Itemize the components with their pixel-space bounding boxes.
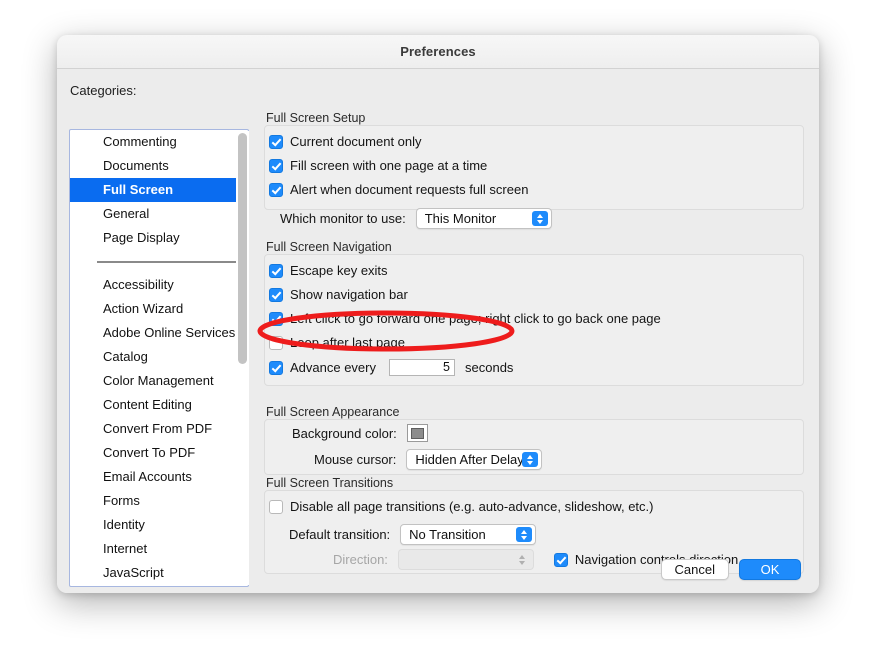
group-title-full-screen-navigation: Full Screen Navigation (266, 240, 392, 254)
checkbox-disable-all-transitions[interactable] (269, 500, 283, 514)
checkbox-advance-every[interactable] (269, 361, 283, 375)
categories-label: Categories: (70, 83, 136, 98)
field-row-which-monitor: Which monitor to use: This Monitor (280, 208, 552, 229)
input-advance-seconds[interactable]: 5 (389, 359, 455, 376)
label-direction: Direction: (333, 552, 388, 567)
label-default-transition: Default transition: (289, 527, 390, 542)
sidebar-item-forms[interactable]: Forms (70, 489, 248, 513)
categories-scrollbar-thumb[interactable] (238, 133, 247, 364)
chevron-updown-icon (516, 527, 532, 542)
sidebar-item-color-management[interactable]: Color Management (70, 369, 248, 393)
field-row-default-transition: Default transition: No Transition (289, 524, 536, 545)
checkbox-alert-full-screen[interactable] (269, 183, 283, 197)
checkbox-fill-screen[interactable] (269, 159, 283, 173)
checkbox-row-disable-all-transitions[interactable]: Disable all page transitions (e.g. auto-… (269, 499, 653, 514)
select-direction (398, 549, 534, 570)
label-advance-seconds-unit: seconds (465, 360, 513, 375)
checkbox-row-advance-every[interactable]: Advance every 5 seconds (269, 359, 513, 376)
sidebar-item-convert-from-pdf[interactable]: Convert From PDF (70, 417, 248, 441)
sidebar-item-convert-to-pdf[interactable]: Convert To PDF (70, 441, 248, 465)
label-escape-key-exits: Escape key exits (290, 263, 388, 278)
sidebar-separator (70, 250, 248, 273)
label-mouse-cursor: Mouse cursor: (314, 452, 396, 467)
checkbox-loop-after-last-page[interactable] (269, 336, 283, 350)
checkbox-row-show-navigation-bar[interactable]: Show navigation bar (269, 287, 408, 302)
checkbox-row-left-click-forward[interactable]: Left click to go forward one page; right… (269, 311, 661, 326)
label-loop-after-last-page: Loop after last page (290, 335, 405, 350)
checkbox-row-fill-screen[interactable]: Fill screen with one page at a time (269, 158, 487, 173)
checkbox-escape-key-exits[interactable] (269, 264, 283, 278)
sidebar-item-adobe-online-services[interactable]: Adobe Online Services (70, 321, 248, 345)
checkbox-row-current-document-only[interactable]: Current document only (269, 134, 422, 149)
sidebar-item-documents[interactable]: Documents (70, 154, 248, 178)
checkbox-current-document-only[interactable] (269, 135, 283, 149)
dialog-button-bar: Cancel OK (661, 559, 801, 580)
group-title-full-screen-transitions: Full Screen Transitions (266, 476, 393, 490)
field-row-background-color: Background color: (292, 424, 428, 442)
sidebar-item-page-display[interactable]: Page Display (70, 226, 248, 250)
sidebar-item-email-accounts[interactable]: Email Accounts (70, 465, 248, 489)
sidebar-item-commenting[interactable]: Commenting (70, 130, 248, 154)
categories-list[interactable]: Commenting Documents Full Screen General… (69, 129, 249, 587)
select-mouse-cursor-value: Hidden After Delay (407, 452, 523, 467)
sidebar-item-javascript[interactable]: JavaScript (70, 561, 248, 585)
ok-button[interactable]: OK (739, 559, 801, 580)
checkbox-left-click-forward[interactable] (269, 312, 283, 326)
checkbox-row-alert-full-screen[interactable]: Alert when document requests full screen (269, 182, 528, 197)
chevron-updown-icon (514, 552, 530, 567)
select-default-transition-value: No Transition (401, 527, 486, 542)
screen: Preferences Categories: Commenting Docum… (0, 0, 875, 669)
sidebar-item-catalog[interactable]: Catalog (70, 345, 248, 369)
label-disable-all-transitions: Disable all page transitions (e.g. auto-… (290, 499, 653, 514)
group-title-full-screen-setup: Full Screen Setup (266, 111, 365, 125)
checkbox-row-loop-after-last-page[interactable]: Loop after last page (269, 335, 405, 350)
sidebar-item-internet[interactable]: Internet (70, 537, 248, 561)
window-title: Preferences (400, 44, 476, 59)
sidebar-item-general[interactable]: General (70, 202, 248, 226)
sidebar-item-action-wizard[interactable]: Action Wizard (70, 297, 248, 321)
label-alert-full-screen: Alert when document requests full screen (290, 182, 528, 197)
label-left-click-forward: Left click to go forward one page; right… (290, 311, 661, 326)
label-show-navigation-bar: Show navigation bar (290, 287, 408, 302)
settings-pane: Full Screen Setup Current document only … (261, 69, 819, 593)
checkbox-navigation-controls-direction[interactable] (554, 553, 568, 567)
checkbox-show-navigation-bar[interactable] (269, 288, 283, 302)
select-mouse-cursor[interactable]: Hidden After Delay (406, 449, 542, 470)
label-current-document-only: Current document only (290, 134, 422, 149)
window-body: Categories: Commenting Documents Full Sc… (57, 69, 819, 593)
sidebar-item-full-screen[interactable]: Full Screen (70, 178, 248, 202)
label-which-monitor: Which monitor to use: (280, 211, 406, 226)
sidebar-item-identity[interactable]: Identity (70, 513, 248, 537)
select-which-monitor[interactable]: This Monitor (416, 208, 552, 229)
group-title-full-screen-appearance: Full Screen Appearance (266, 405, 399, 419)
label-background-color: Background color: (292, 426, 397, 441)
cancel-button[interactable]: Cancel (661, 559, 729, 580)
checkbox-row-escape-key-exits[interactable]: Escape key exits (269, 263, 388, 278)
select-which-monitor-value: This Monitor (417, 211, 497, 226)
label-advance-every: Advance every (290, 360, 376, 375)
preferences-window: Preferences Categories: Commenting Docum… (57, 35, 819, 593)
sidebar-item-content-editing[interactable]: Content Editing (70, 393, 248, 417)
background-color-swatch[interactable] (407, 424, 428, 442)
label-fill-screen: Fill screen with one page at a time (290, 158, 487, 173)
categories-scrollbar[interactable] (236, 131, 249, 585)
chevron-updown-icon (532, 211, 548, 226)
window-titlebar: Preferences (57, 35, 819, 69)
select-default-transition[interactable]: No Transition (400, 524, 536, 545)
field-row-mouse-cursor: Mouse cursor: Hidden After Delay (314, 449, 542, 470)
sidebar-item-accessibility[interactable]: Accessibility (70, 273, 248, 297)
chevron-updown-icon (522, 452, 538, 467)
